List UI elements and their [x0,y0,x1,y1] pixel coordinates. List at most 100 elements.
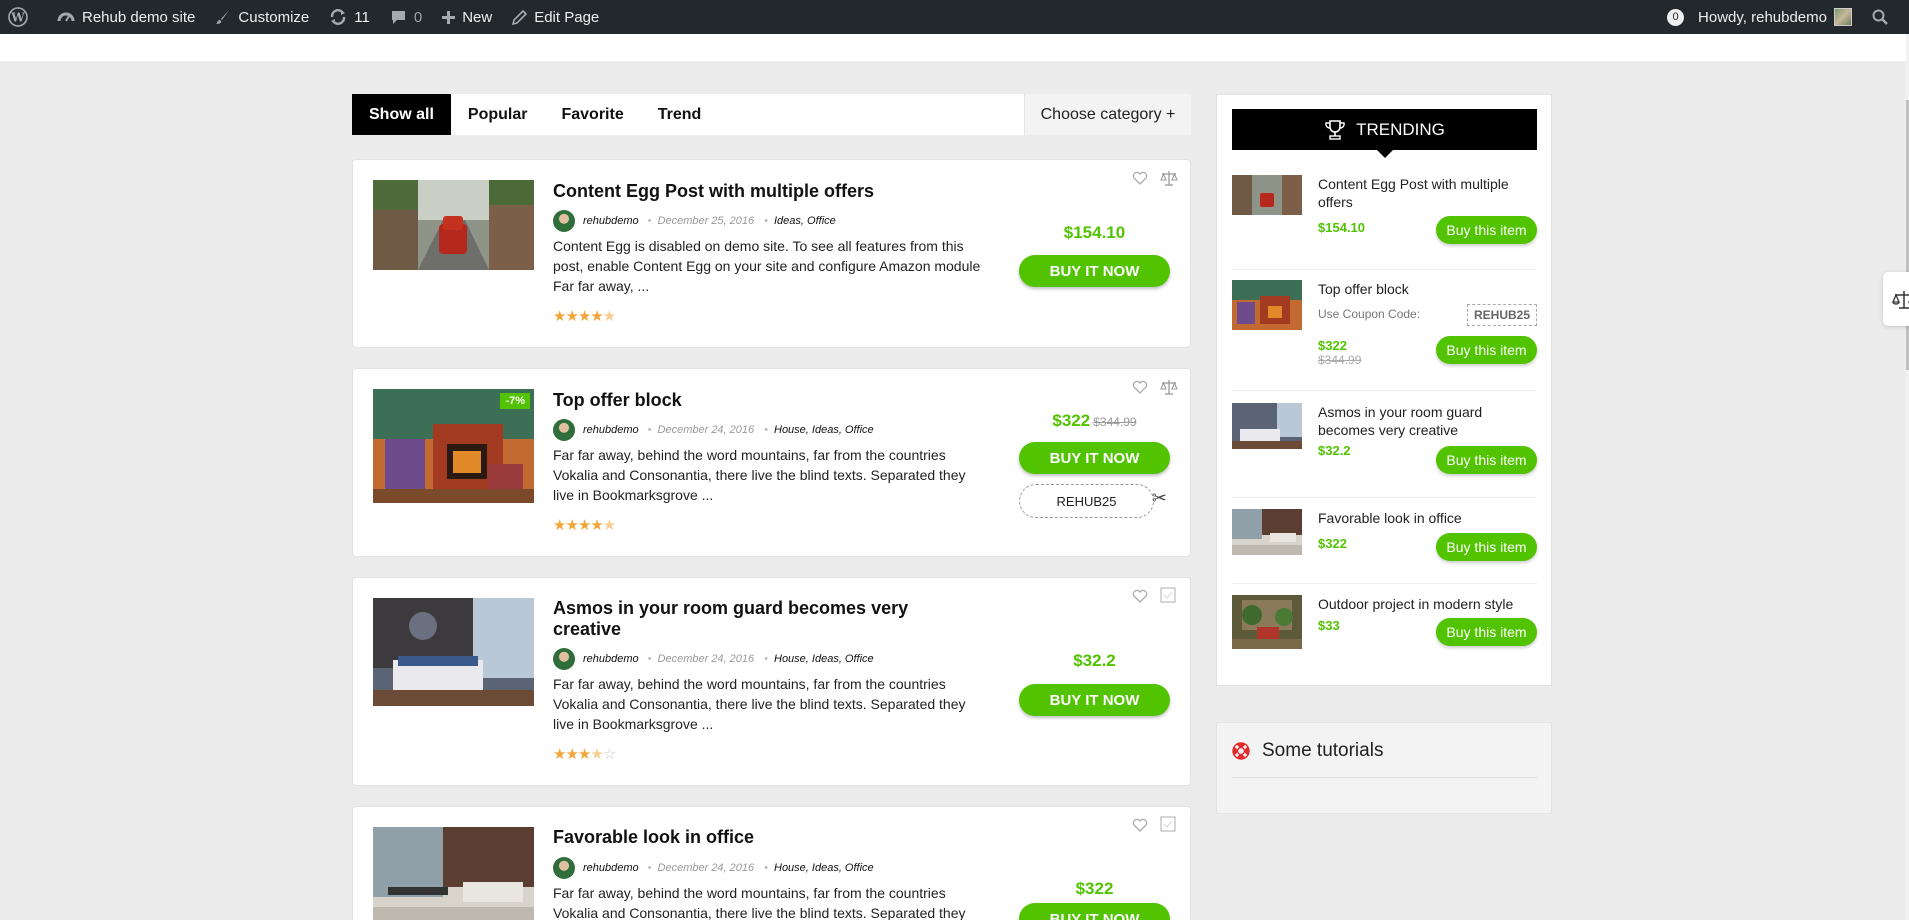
trending-item: Asmos in your room guard becomes very cr… [1232,403,1537,483]
product-image[interactable] [373,598,534,706]
wishlist-heart-icon[interactable] [1132,817,1148,833]
coupon-code[interactable]: REHUB25 [1467,304,1537,326]
customize-link[interactable]: Customize [205,0,319,34]
post-date: December 24, 2016 [657,653,755,665]
coupon-label: Use Coupon Code: [1318,307,1421,321]
post-categories[interactable]: House, Ideas, Office [774,862,874,874]
product-title[interactable]: Asmos in your room guard becomes very cr… [553,598,913,640]
trending-item-price: $154.10 [1318,220,1365,235]
post-categories[interactable]: House, Ideas, Office [774,424,874,436]
search-button[interactable] [1864,0,1909,34]
buy-this-item-button[interactable]: Buy this item [1436,533,1537,561]
edit-page-link[interactable]: Edit Page [502,0,609,34]
author-link[interactable]: rehubdemo [583,653,639,665]
new-label: New [462,8,493,26]
updates-link[interactable]: 11 [319,0,380,34]
trending-item-price: $32.2 [1318,443,1351,458]
author-link[interactable]: rehubdemo [583,215,639,227]
tab-favorite[interactable]: Favorite [544,94,640,135]
product-excerpt: Far far away, behind the word mountains,… [553,447,966,503]
search-icon [1872,9,1888,25]
product-title[interactable]: Content Egg Post with multiple offers [553,181,933,202]
product-price: $322 $344.99 [1019,411,1170,431]
rating-stars: ★★★★☆ [553,746,616,763]
comments-link[interactable]: 0 [380,0,432,34]
admin-bar: W Rehub demo site Customize 11 0 New Edi… [0,0,1909,34]
notifications-badge[interactable]: 0 [1667,8,1685,26]
author-link[interactable]: rehubdemo [583,424,639,436]
plus-icon [442,10,456,24]
header-strip [0,34,1906,61]
buy-it-now-button[interactable]: BUY IT NOW [1019,442,1170,474]
post-categories[interactable]: Ideas, Office [774,215,836,227]
product-image[interactable] [373,180,534,270]
trending-item-image[interactable] [1232,509,1302,555]
lifebuoy-icon [1232,742,1250,760]
buy-this-item-button[interactable]: Buy this item [1436,618,1537,646]
customize-label: Customize [238,8,310,26]
comments-count: 0 [413,8,423,26]
trending-item-image[interactable] [1232,595,1302,649]
avatar [1834,8,1852,26]
updates-icon [331,9,346,25]
trophy-icon [1325,119,1345,140]
buy-this-item-button[interactable]: Buy this item [1436,216,1537,244]
product-image[interactable]: -7% [373,389,534,503]
post-meta: rehubdemo • December 24, 2016 • House, I… [553,419,874,441]
post-meta: rehubdemo • December 25, 2016 • Ideas, O… [553,210,836,232]
trending-item-image[interactable] [1232,175,1302,215]
discount-badge: -7% [500,393,530,409]
wordpress-logo-icon[interactable]: W [0,0,47,34]
product-excerpt: Far far away, behind the word mountains,… [553,885,966,920]
buy-it-now-button[interactable]: BUY IT NOW [1019,903,1170,920]
old-price: $344.99 [1093,415,1137,429]
comment-icon [391,10,405,24]
howdy-label: Howdy, rehubdemo [1698,8,1827,26]
author-link[interactable]: rehubdemo [583,862,639,874]
compare-scale-icon[interactable] [1160,378,1178,396]
trending-item-title[interactable]: Asmos in your room guard becomes very cr… [1318,403,1537,439]
choose-category-button[interactable]: Choose category + [1024,94,1191,135]
compare-scale-icon [1892,291,1909,309]
floating-compare-button[interactable]: 2 [1883,272,1909,326]
trending-item-title[interactable]: Outdoor project in modern style [1318,595,1537,613]
site-name-link[interactable]: Rehub demo site [47,0,205,34]
coupon-code-button[interactable]: REHUB25 [1019,484,1154,518]
wishlist-heart-icon[interactable] [1132,379,1148,395]
tab-popular[interactable]: Popular [451,94,545,135]
trending-item-title[interactable]: Top offer block [1318,280,1537,298]
user-account-link[interactable]: Howdy, rehubdemo [1698,0,1864,34]
trending-item-image[interactable] [1232,280,1302,330]
trending-item-price: $322 [1318,536,1347,551]
trending-item-title[interactable]: Content Egg Post with multiple offers [1318,175,1537,211]
compare-checkbox-icon[interactable] [1160,587,1178,605]
tab-show-all[interactable]: Show all [352,94,451,135]
product-title[interactable]: Favorable look in office [553,827,933,848]
buy-it-now-button[interactable]: BUY IT NOW [1019,255,1170,287]
wishlist-heart-icon[interactable] [1132,588,1148,604]
buy-it-now-button[interactable]: BUY IT NOW [1019,684,1170,716]
buy-this-item-button[interactable]: Buy this item [1436,446,1537,474]
trending-item-image[interactable] [1232,403,1302,449]
compare-checkbox-icon[interactable] [1160,816,1178,834]
product-price: $32.2 [1073,651,1116,670]
product-title[interactable]: Top offer block [553,390,933,411]
trending-item: Content Egg Post with multiple offers $1… [1232,175,1537,255]
product-card: Content Egg Post with multiple offers re… [352,159,1191,348]
pencil-icon [512,9,528,25]
scissors-icon: ✂ [1151,488,1167,508]
tab-trend[interactable]: Trend [641,94,719,135]
buy-this-item-button[interactable]: Buy this item [1436,336,1537,364]
author-avatar [553,210,575,232]
trending-widget: TRENDING Content Egg Post with multiple … [1216,94,1552,686]
post-categories[interactable]: House, Ideas, Office [774,653,874,665]
product-image[interactable] [373,827,534,920]
new-content-link[interactable]: New [432,0,502,34]
trending-item-title[interactable]: Favorable look in office [1318,509,1537,527]
current-price: $322 [1052,411,1091,430]
product-excerpt: Far far away, behind the word mountains,… [553,676,966,732]
wishlist-heart-icon[interactable] [1132,170,1148,186]
edit-page-label: Edit Page [534,8,600,26]
compare-scale-icon[interactable] [1160,169,1178,187]
trending-item: Favorable look in office $322 Buy this i… [1232,509,1537,579]
